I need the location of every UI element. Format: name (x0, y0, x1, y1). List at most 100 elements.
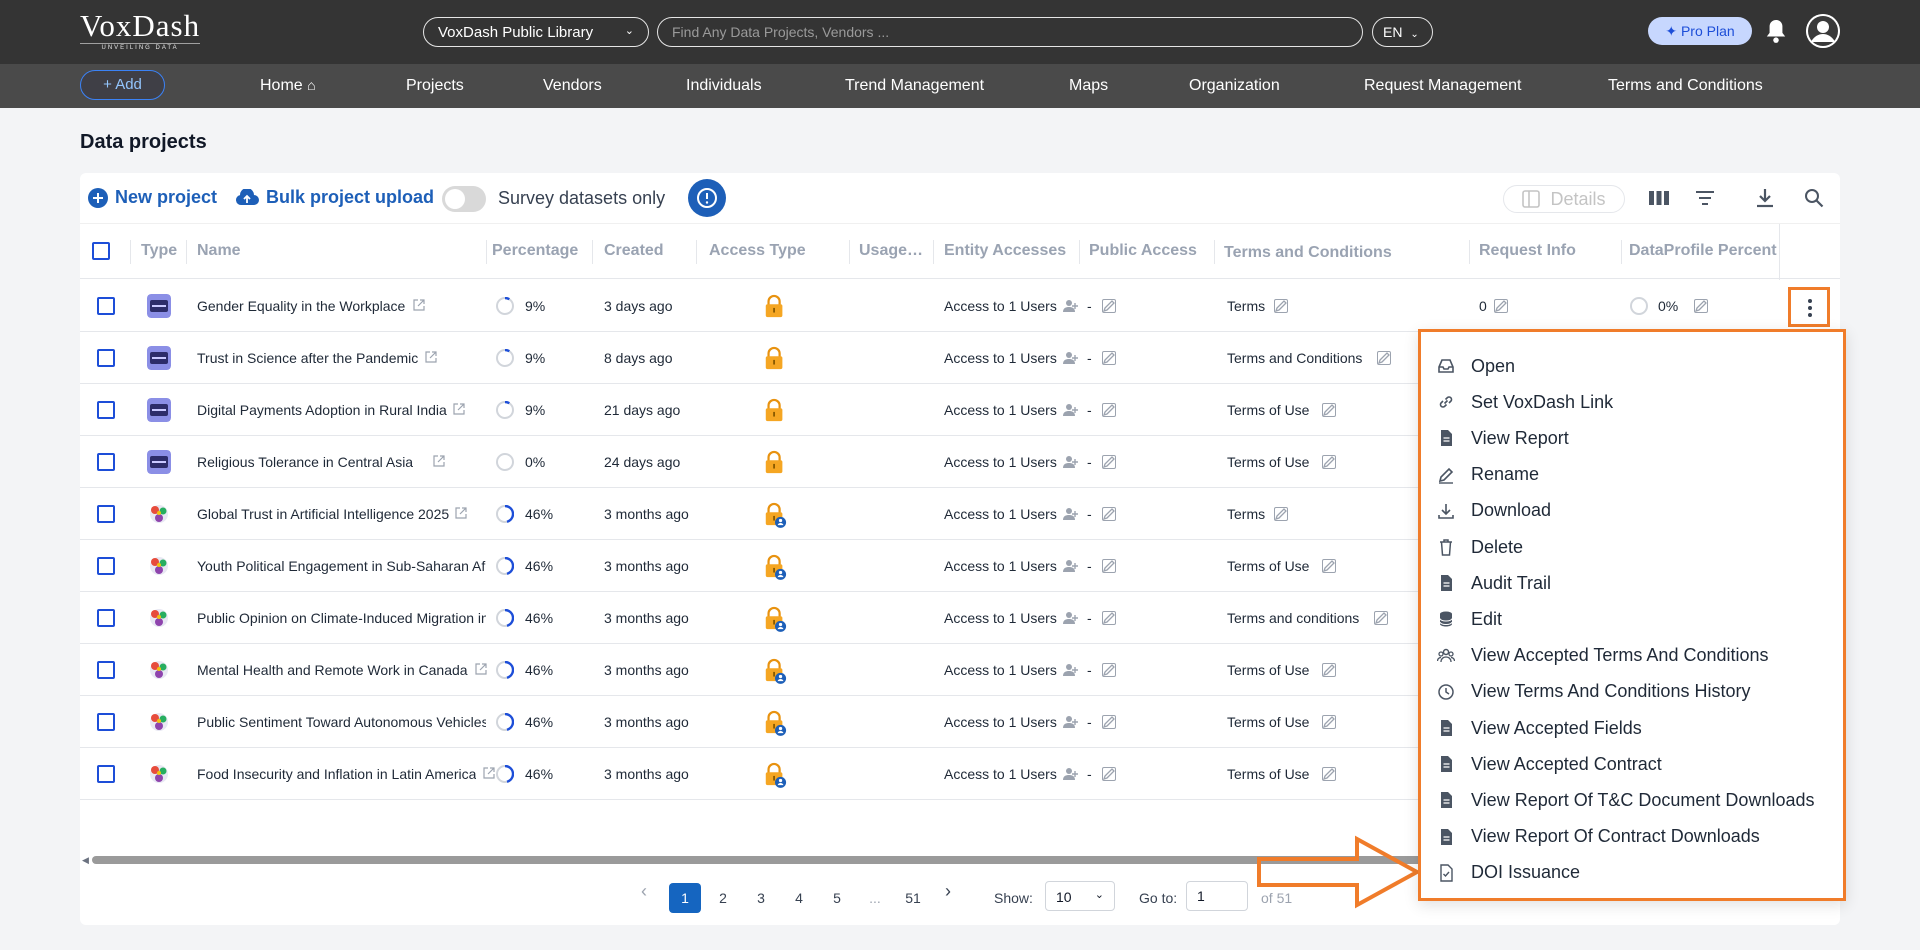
table-row[interactable]: Gender Equality in the Workplace 9% 3 days… (80, 280, 1840, 332)
edit-icon[interactable] (1322, 715, 1336, 729)
prev-page-icon[interactable]: ‹ (641, 881, 647, 911)
page-2[interactable]: 2 (707, 883, 739, 913)
page-5[interactable]: 5 (821, 883, 853, 913)
menu-item-audit-trail[interactable]: Audit Trail (1437, 568, 1837, 598)
add-user-icon[interactable] (1063, 299, 1079, 313)
edit-icon[interactable] (1274, 507, 1288, 521)
logo[interactable]: VoxDash UNVEILING DATA (80, 10, 201, 51)
entity-access-value[interactable]: Access to 1 Users (944, 402, 1057, 418)
page-ellipsis[interactable]: ... (859, 883, 891, 913)
row-checkbox[interactable] (97, 297, 115, 315)
menu-item-edit[interactable]: Edit (1437, 604, 1837, 634)
edit-icon[interactable] (1322, 663, 1336, 677)
pro-plan-button[interactable]: ✦ Pro Plan (1648, 17, 1752, 45)
nav-individuals[interactable]: Individuals (686, 77, 762, 95)
menu-item-delete[interactable]: Delete (1437, 532, 1837, 562)
column-usage[interactable]: Usage… (859, 242, 931, 260)
external-link-icon[interactable] (475, 663, 487, 675)
next-page-icon[interactable]: › (945, 881, 951, 911)
edit-icon[interactable] (1322, 767, 1336, 781)
select-all-checkbox[interactable] (92, 242, 110, 260)
add-user-icon[interactable] (1063, 767, 1079, 781)
row-checkbox[interactable] (97, 765, 115, 783)
edit-icon[interactable] (1274, 299, 1288, 313)
row-checkbox[interactable] (97, 609, 115, 627)
library-select[interactable]: VoxDash Public Library ⌄ (423, 17, 649, 47)
page-1[interactable]: 1 (669, 883, 701, 913)
entity-access-value[interactable]: Access to 1 Users (944, 454, 1057, 470)
external-link-icon[interactable] (433, 455, 445, 467)
menu-item-view-report[interactable]: View Report (1437, 423, 1837, 453)
new-project-button[interactable]: New project (88, 187, 217, 208)
edit-icon[interactable] (1102, 507, 1116, 521)
menu-item-view-terms-and-conditions-history[interactable]: View Terms And Conditions History (1437, 677, 1837, 707)
project-name-link[interactable]: Public Sentiment Toward Autonomous Vehic… (197, 714, 486, 730)
external-link-icon[interactable] (453, 403, 465, 415)
add-user-icon[interactable] (1063, 455, 1079, 469)
details-button[interactable]: Details (1503, 185, 1625, 213)
survey-datasets-toggle[interactable] (442, 186, 486, 212)
search-input[interactable] (657, 17, 1363, 47)
project-name-link[interactable]: Youth Political Engagement in Sub-Sahara… (197, 558, 486, 574)
edit-icon[interactable] (1374, 611, 1388, 625)
language-select[interactable]: EN ⌄ (1372, 17, 1433, 47)
scroll-left-icon[interactable]: ◀ (82, 855, 89, 866)
column-entity-accesses[interactable]: Entity Accesses (944, 242, 1066, 260)
column-access-type[interactable]: Access Type (709, 242, 806, 260)
add-button[interactable]: + Add (80, 70, 165, 100)
column-type[interactable]: Type (141, 242, 177, 260)
bell-icon[interactable] (1765, 18, 1787, 44)
add-user-icon[interactable] (1063, 559, 1079, 573)
project-name-link[interactable]: Religious Tolerance in Central Asia (197, 454, 413, 470)
add-user-icon[interactable] (1063, 507, 1079, 521)
column-percentage[interactable]: Percentage (492, 242, 578, 260)
menu-item-doi-issuance[interactable]: DOI Issuance (1437, 858, 1837, 888)
edit-icon[interactable] (1694, 299, 1708, 313)
project-name-link[interactable]: Digital Payments Adoption in Rural India (197, 402, 447, 418)
nav-home[interactable]: Home ⌂ (260, 77, 316, 95)
row-checkbox[interactable] (97, 453, 115, 471)
edit-icon[interactable] (1322, 403, 1336, 417)
nav-trend-management[interactable]: Trend Management (845, 77, 984, 95)
edit-icon[interactable] (1322, 559, 1336, 573)
edit-icon[interactable] (1102, 351, 1116, 365)
column-name[interactable]: Name (197, 242, 241, 260)
column-public-access[interactable]: Public Access (1089, 242, 1197, 260)
row-checkbox[interactable] (97, 713, 115, 731)
add-user-icon[interactable] (1063, 611, 1079, 625)
entity-access-value[interactable]: Access to 1 Users (944, 350, 1057, 366)
row-actions-button[interactable] (1788, 287, 1830, 327)
edit-icon[interactable] (1377, 351, 1391, 365)
filter-icon[interactable] (1694, 187, 1716, 209)
row-checkbox[interactable] (97, 557, 115, 575)
page-last[interactable]: 51 (897, 883, 929, 913)
entity-access-value[interactable]: Access to 1 Users (944, 662, 1057, 678)
external-link-icon[interactable] (413, 299, 425, 311)
menu-item-view-accepted-fields[interactable]: View Accepted Fields (1437, 713, 1837, 743)
project-name-link[interactable]: Gender Equality in the Workplace (197, 298, 405, 314)
download-icon[interactable] (1754, 187, 1776, 209)
page-3[interactable]: 3 (745, 883, 777, 913)
page-size-select[interactable]: 10 ⌄ (1045, 881, 1115, 911)
add-user-icon[interactable] (1063, 663, 1079, 677)
entity-access-value[interactable]: Access to 1 Users (944, 714, 1057, 730)
external-link-icon[interactable] (483, 767, 495, 779)
project-name-link[interactable]: Global Trust in Artificial Intelligence … (197, 506, 449, 522)
entity-access-value[interactable]: Access to 1 Users (944, 766, 1057, 782)
menu-item-view-accepted-contract[interactable]: View Accepted Contract (1437, 749, 1837, 779)
entity-access-value[interactable]: Access to 1 Users (944, 610, 1057, 626)
feedback-button[interactable] (688, 179, 726, 217)
add-user-icon[interactable] (1063, 715, 1079, 729)
bulk-upload-button[interactable]: Bulk project upload (235, 187, 434, 208)
nav-request-management[interactable]: Request Management (1364, 77, 1521, 95)
nav-terms-and-conditions[interactable]: Terms and Conditions (1608, 77, 1763, 95)
edit-icon[interactable] (1102, 663, 1116, 677)
entity-access-value[interactable]: Access to 1 Users (944, 298, 1057, 314)
menu-item-download[interactable]: Download (1437, 496, 1837, 526)
nav-maps[interactable]: Maps (1069, 77, 1108, 95)
row-checkbox[interactable] (97, 661, 115, 679)
column-dataprofile-percent[interactable]: DataProfile Percent (1629, 242, 1778, 260)
nav-vendors[interactable]: Vendors (543, 77, 602, 95)
nav-projects[interactable]: Projects (406, 77, 464, 95)
column-terms-and-conditions[interactable]: Terms and Conditions (1224, 244, 1392, 262)
